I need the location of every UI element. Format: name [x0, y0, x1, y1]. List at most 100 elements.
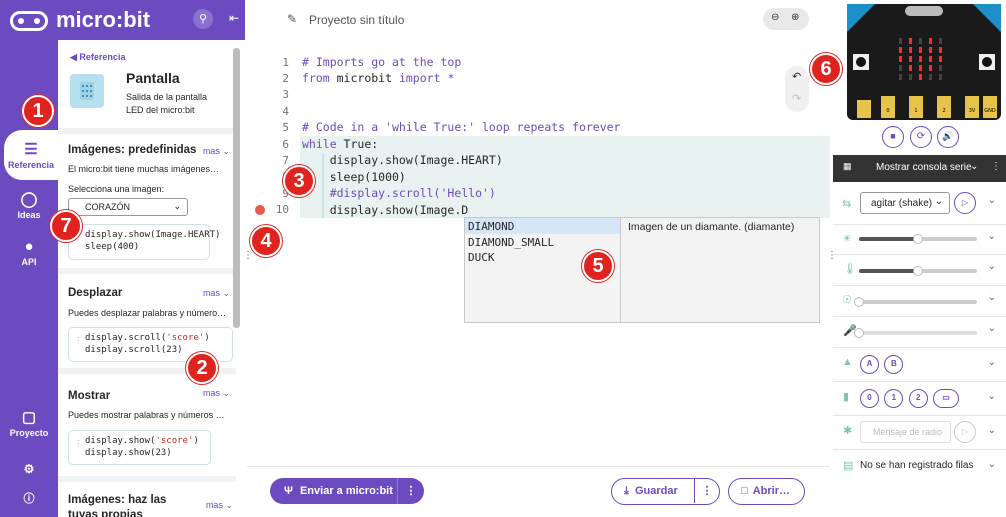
- display-topic-icon: [70, 74, 104, 108]
- drag-handle-icon[interactable]: ⋮: [74, 438, 82, 450]
- radio-icon: ✱: [843, 425, 853, 437]
- chevron-down-icon[interactable]: ⌄: [988, 459, 996, 470]
- restart-button[interactable]: ⟳: [910, 126, 932, 148]
- nav-ideas[interactable]: ◯ Ideas: [0, 190, 58, 220]
- stop-button[interactable]: ■: [882, 126, 904, 148]
- chevron-down-icon[interactable]: ⌄: [988, 231, 996, 242]
- undo-icon[interactable]: ↶: [792, 70, 801, 83]
- svg-text:1: 1: [914, 108, 917, 114]
- logo-touch-button[interactable]: ▭: [933, 389, 960, 408]
- more-link[interactable]: mas ⌄: [203, 288, 230, 299]
- slider-knob[interactable]: [854, 297, 864, 307]
- image-select[interactable]: CORAZÓN ⌄: [68, 198, 188, 216]
- send-radio-button[interactable]: ▷: [954, 421, 976, 443]
- nav-api[interactable]: ● API: [0, 238, 58, 267]
- led: [939, 74, 942, 80]
- code-snippet[interactable]: ⋮ display.show('score') display.show(23): [68, 430, 211, 465]
- chevron-down-icon: ⌄: [173, 201, 181, 211]
- more-options-icon[interactable]: ⋮: [991, 161, 1001, 172]
- play-gesture-button[interactable]: ▷: [954, 192, 976, 214]
- nav-reference[interactable]: ☰ Referencia: [4, 130, 58, 180]
- svg-text:GND: GND: [984, 108, 996, 114]
- reference-icon: ☰: [24, 141, 38, 158]
- temperature-slider[interactable]: [859, 266, 977, 276]
- light-slider[interactable]: [859, 234, 977, 244]
- slider-knob[interactable]: [913, 266, 923, 276]
- pin-1[interactable]: 1: [884, 389, 904, 408]
- save-button[interactable]: ⤓ Guardar ⋮: [611, 478, 720, 505]
- usb-icon: Ψ: [284, 485, 293, 497]
- data-log-row: ▤ No se han registrado filas ⌄: [833, 449, 1006, 483]
- pin-2[interactable]: 2: [908, 389, 928, 408]
- more-link[interactable]: mas ⌄: [203, 146, 230, 157]
- slider-knob[interactable]: [854, 328, 864, 338]
- autocomplete-option[interactable]: DIAMOND: [465, 218, 620, 234]
- led: [909, 65, 912, 71]
- send-button[interactable]: Ψ Enviar a micro:bit ⋮: [270, 478, 424, 504]
- gesture-select[interactable]: agitar (shake) ⌄: [860, 192, 950, 214]
- chevron-down-icon[interactable]: ⌄: [988, 425, 996, 436]
- topic-title: Pantalla: [126, 70, 180, 86]
- light-row: ☀ ⌄: [833, 224, 1006, 254]
- serial-console-bar[interactable]: ▦ Mostrar consola serie ⌄ ⋮: [833, 155, 1006, 182]
- chevron-down-icon[interactable]: ⌄: [988, 195, 996, 206]
- lightbulb-icon: ◯: [20, 191, 38, 208]
- code-snippet[interactable]: ⋮ display.show(Image.HEART) sleep(400): [68, 224, 220, 260]
- project-title[interactable]: Proyecto sin título: [309, 13, 404, 27]
- autocomplete-doc: Imagen de un diamante. (diamante): [628, 221, 795, 233]
- chevron-down-icon[interactable]: ⌄: [988, 261, 996, 272]
- more-link[interactable]: mas ⌄: [206, 500, 233, 511]
- chevron-down-icon[interactable]: ⌄: [988, 357, 996, 368]
- button-press-icon: ▲: [842, 356, 853, 368]
- pins-row: ▮ 0 1 2 ▭ ⌄: [833, 381, 1006, 415]
- collapse-sidebar-icon[interactable]: ⇤: [229, 11, 239, 25]
- data-log-icon: ▤: [843, 460, 854, 472]
- compass-icon: ☉: [842, 294, 852, 306]
- radio-message-input[interactable]: Mensaje de radio: [860, 421, 951, 443]
- led: [929, 65, 932, 71]
- chevron-down-icon[interactable]: ⌄: [988, 292, 996, 303]
- mute-button[interactable]: 🔊: [937, 126, 959, 148]
- gesture-icon: ⇆: [842, 198, 852, 210]
- edit-pencil-icon[interactable]: ✎: [287, 12, 297, 26]
- more-options-icon[interactable]: ⋮: [694, 479, 719, 503]
- nav-project[interactable]: ▢ Proyecto: [0, 408, 58, 438]
- button-b[interactable]: B: [884, 355, 904, 374]
- led: [929, 56, 932, 62]
- section-desc: El micro:bit tiene muchas imágenes…: [68, 164, 220, 174]
- redo-icon[interactable]: ↷: [792, 92, 801, 105]
- callout-3: 3: [283, 165, 315, 197]
- led: [919, 47, 922, 53]
- chevron-down-icon[interactable]: ⌄: [988, 323, 996, 334]
- settings-icon[interactable]: ⚙: [0, 462, 58, 476]
- section-show: Mostrar mas ⌄ Puedes mostrar palabras y …: [58, 388, 236, 420]
- gesture-row: ⇆ agitar (shake) ⌄ ▷ ⌄: [833, 188, 1006, 222]
- section-make-images: Imágenes: haz las tuyas propias: [58, 493, 198, 517]
- compass-slider[interactable]: [854, 297, 977, 307]
- zoom-out-icon[interactable]: ⊖: [771, 12, 779, 23]
- slider-knob[interactable]: [913, 234, 923, 244]
- more-link[interactable]: mas ⌄: [203, 388, 230, 399]
- microbit-logo-icon: [10, 11, 48, 31]
- autocomplete-option[interactable]: DUCK: [468, 251, 495, 264]
- drag-handle-icon[interactable]: ⋮: [74, 335, 82, 347]
- splitter-handle[interactable]: ⋮: [243, 250, 253, 261]
- pin-0[interactable]: 0: [860, 389, 879, 408]
- led: [899, 65, 902, 71]
- button-a[interactable]: A: [860, 355, 879, 374]
- sound-slider[interactable]: [854, 328, 977, 338]
- files-icon: ▢: [21, 409, 37, 426]
- search-icon[interactable]: ⚲: [193, 9, 213, 29]
- zoom-in-icon[interactable]: ⊕: [791, 12, 799, 23]
- more-options-icon[interactable]: ⋮: [397, 478, 424, 504]
- section-desc: Puedes desplazar palabras y número…: [68, 308, 227, 318]
- back-link[interactable]: ◀ Referencia: [70, 52, 125, 63]
- autocomplete-option[interactable]: DIAMOND_SMALL: [468, 236, 554, 249]
- chevron-down-icon[interactable]: ⌄: [988, 391, 996, 402]
- svg-text:2: 2: [942, 108, 945, 114]
- open-button[interactable]: □ Abrir…: [728, 478, 805, 505]
- led: [919, 38, 922, 44]
- panel-scrollbar[interactable]: [233, 48, 240, 328]
- section-desc: Puedes mostrar palabras y números …: [68, 410, 225, 420]
- help-icon[interactable]: ⓘ: [0, 490, 58, 506]
